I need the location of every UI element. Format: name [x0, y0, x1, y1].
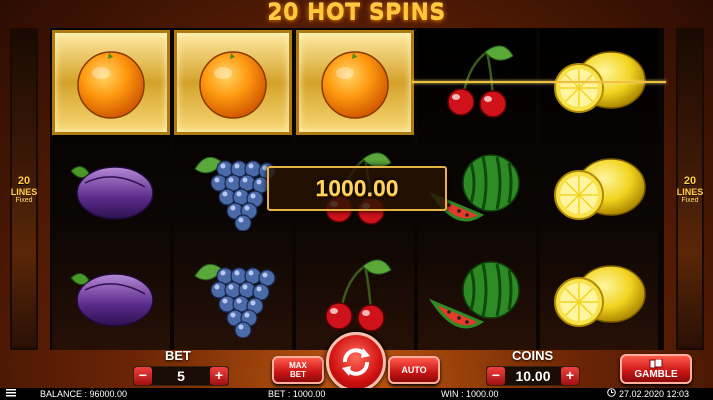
grapes-icon	[194, 263, 276, 338]
game-title: 20 HOT SPINS	[267, 1, 446, 26]
orange-icon	[77, 50, 145, 119]
bet-text: BET : 1000.00	[268, 389, 326, 399]
symbol-watermelon	[418, 242, 536, 349]
symbol-grapes	[174, 242, 292, 349]
spin-arrows-icon	[342, 348, 370, 376]
gamble-button[interactable]: GAMBLE	[620, 354, 692, 384]
symbol-lemon	[540, 242, 658, 349]
reel-1	[52, 28, 170, 350]
coins-value: 10.00	[515, 368, 551, 384]
lines-count: 20	[683, 174, 697, 187]
orange-icon	[199, 50, 267, 119]
lines-fixed-label: Fixed	[15, 196, 33, 204]
cherries-icon	[325, 259, 392, 332]
symbol-lemon	[540, 135, 658, 242]
auto-label: AUTO	[401, 365, 427, 375]
symbol-plum	[52, 242, 170, 349]
status-bar: BALANCE : 96000.00 BET : 1000.00 WIN : 1…	[0, 388, 713, 400]
clock-icon	[607, 388, 616, 400]
plum-icon	[70, 272, 154, 327]
symbol-plum	[52, 135, 170, 242]
bet-label: BET	[165, 348, 191, 363]
spin-button[interactable]	[326, 332, 386, 392]
bet-value: 5	[177, 368, 185, 384]
menu-icon[interactable]	[6, 388, 16, 400]
win-amount: 1000.00	[315, 175, 399, 201]
max-bet-label-2: BET	[290, 370, 306, 379]
cards-icon	[649, 358, 663, 368]
lemon-icon	[554, 157, 646, 220]
plum-icon	[70, 165, 154, 220]
lines-label: LINES	[10, 186, 38, 197]
lines-indicator-left: 20 LINES Fixed	[10, 28, 38, 350]
lines-indicator-right: 20 LINES Fixed	[676, 28, 704, 350]
win-text: WIN : 1000.00	[441, 389, 499, 399]
symbol-orange	[52, 30, 170, 135]
symbol-orange	[174, 30, 292, 135]
lemon-icon	[554, 264, 646, 327]
symbol-orange	[296, 30, 414, 135]
lines-label: LINES	[676, 186, 704, 197]
bet-increase-button[interactable]: +	[210, 367, 228, 385]
lines-count: 20	[17, 174, 31, 187]
datetime-text: 27.02.2020 12:03	[619, 389, 690, 399]
max-bet-button[interactable]: MAX BET	[272, 356, 324, 384]
orange-icon	[321, 50, 389, 119]
balance-text: BALANCE : 96000.00	[40, 389, 128, 399]
max-bet-label-1: MAX	[289, 361, 307, 370]
coins-increase-button[interactable]: +	[561, 367, 579, 385]
win-amount-box: 1000.00	[267, 166, 447, 211]
payline	[412, 81, 666, 83]
auto-button[interactable]: AUTO	[388, 356, 440, 384]
coins-label: COINS	[512, 348, 554, 363]
coins-decrease-button[interactable]: −	[487, 367, 505, 385]
reel-5	[540, 28, 658, 350]
gamble-label: GAMBLE	[634, 368, 678, 380]
coins-stepper: − 10.00 +	[486, 366, 580, 386]
bet-stepper: − 5 +	[133, 366, 229, 386]
watermelon-icon	[429, 260, 520, 328]
bet-decrease-button[interactable]: −	[134, 367, 152, 385]
lines-fixed-label: Fixed	[681, 196, 699, 204]
